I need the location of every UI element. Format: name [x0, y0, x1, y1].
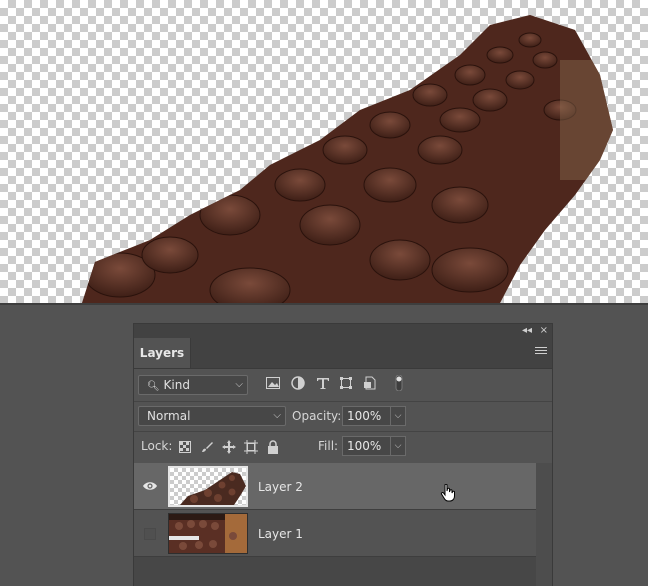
close-panel-icon[interactable]: ×	[540, 324, 548, 338]
panel-titlebar: ◂◂ ×	[134, 324, 552, 338]
image-filter-icon[interactable]	[265, 375, 281, 391]
opacity-input[interactable]: 100%	[342, 406, 394, 426]
hamburger-menu-icon[interactable]	[535, 347, 547, 359]
blend-mode-dropdown[interactable]: Normal ⌵	[138, 406, 286, 426]
fill-label: Fill:	[318, 439, 339, 453]
layer-1-thumbnail	[168, 513, 248, 554]
tab-layers[interactable]: Layers	[134, 338, 191, 368]
lock-transparent-pixels-icon[interactable]	[177, 439, 193, 455]
chevron-down-icon: ⌵	[273, 410, 281, 421]
type-filter-icon[interactable]	[315, 375, 331, 391]
layers-scrollbar[interactable]	[536, 463, 552, 586]
blend-row: Normal ⌵ Opacity: 100% ⌵	[134, 401, 552, 432]
filter-toggle-icon[interactable]	[393, 375, 405, 391]
layer-2-image	[82, 15, 613, 303]
filter-row: 🔍︎ Kind ⌵	[134, 370, 552, 400]
layer-row-layer-2[interactable]: Layer 2	[134, 463, 536, 510]
chevron-down-icon: ⌵	[235, 379, 243, 390]
layer-name[interactable]: Layer 1	[258, 524, 303, 544]
adjustment-filter-icon[interactable]	[290, 375, 306, 391]
fill-input[interactable]: 100%	[342, 436, 394, 456]
lock-all-icon[interactable]	[265, 439, 281, 455]
document-canvas[interactable]	[0, 0, 648, 303]
eye-icon[interactable]	[142, 479, 158, 493]
layer-row-layer-1[interactable]: Layer 1	[134, 510, 536, 557]
opacity-label: Opacity:	[292, 409, 342, 423]
smart-object-filter-icon[interactable]	[362, 375, 378, 391]
shape-filter-icon[interactable]	[338, 375, 354, 391]
blend-mode-value: Normal	[147, 409, 191, 423]
lock-position-icon[interactable]	[221, 439, 237, 455]
canvas-edge	[0, 303, 648, 305]
lock-label: Lock:	[141, 439, 173, 453]
lock-row: Lock: Fill: 100% ⌵	[134, 431, 552, 462]
opacity-dropdown-icon[interactable]: ⌵	[390, 406, 406, 426]
hand-cursor-icon	[440, 483, 456, 505]
panel-tabs: Layers	[134, 338, 552, 369]
layers-list: Layer 2 Layer 1	[134, 463, 552, 586]
lock-artboard-icon[interactable]	[243, 439, 259, 455]
filter-kind-dropdown[interactable]: 🔍︎ Kind ⌵	[138, 375, 248, 395]
layers-panel: ◂◂ × Layers 🔍︎ Kind ⌵ Normal ⌵ Opacity: …	[133, 323, 553, 586]
layer-name[interactable]: Layer 2	[258, 477, 303, 497]
lock-image-pixels-icon[interactable]	[199, 439, 215, 455]
search-icon: 🔍︎	[147, 381, 160, 392]
fill-dropdown-icon[interactable]: ⌵	[390, 436, 406, 456]
layer-2-thumbnail	[168, 466, 248, 507]
collapse-panel-icon[interactable]: ◂◂	[522, 324, 532, 338]
filter-kind-label: Kind	[163, 378, 190, 392]
visibility-toggle[interactable]	[144, 528, 156, 540]
